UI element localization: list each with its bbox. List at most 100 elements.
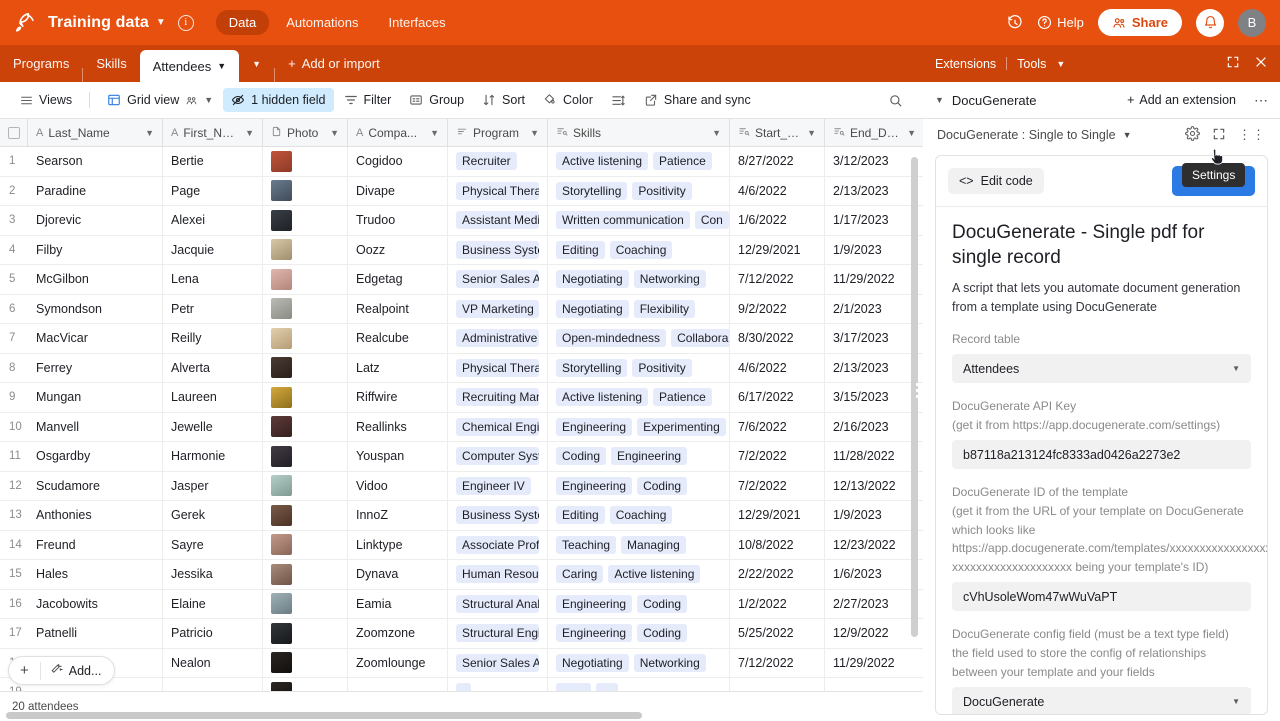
color-button[interactable]: Color: [535, 88, 601, 112]
cell-company[interactable]: Trudoo: [348, 206, 448, 235]
table-row[interactable]: 15 HalesJessika Dynava Human Resource Caring…: [0, 560, 923, 590]
cell-company[interactable]: InnoZ: [348, 501, 448, 530]
skill-tag[interactable]: Negotiating: [556, 653, 629, 672]
program-tag[interactable]: Engineer IV: [456, 476, 531, 495]
cell-first-name[interactable]: Jewelle: [163, 412, 263, 441]
skill-tag[interactable]: Coding: [637, 594, 688, 613]
skill-tag[interactable]: Engineering: [556, 476, 633, 495]
cell-first-name[interactable]: Page: [163, 176, 263, 205]
cell-company[interactable]: Realcube: [348, 324, 448, 353]
chevron-down-icon[interactable]: ▼: [1232, 697, 1240, 706]
cell-skills[interactable]: Storytelling Positivity: [548, 353, 730, 382]
cell-skills[interactable]: Editing Coaching: [548, 235, 730, 264]
cell-company[interactable]: Vidoo: [348, 471, 448, 500]
group-button[interactable]: Group: [401, 88, 472, 112]
cell-skills[interactable]: Editing Coaching: [548, 501, 730, 530]
chevron-down-icon[interactable]: ▼: [252, 59, 261, 69]
column-header-photo[interactable]: Photo ▼: [263, 119, 348, 146]
cell-skills[interactable]: Open-mindedness Collabora: [548, 324, 730, 353]
api-key-input[interactable]: b87118a213124fc8333ad0426a2273e2: [952, 440, 1251, 470]
skill-tag[interactable]: Networking: [633, 270, 706, 289]
skill-tag[interactable]: Coding: [556, 447, 607, 466]
program-tag[interactable]: Business System: [456, 240, 539, 259]
cell-last-name[interactable]: Hales: [28, 560, 163, 589]
skill-tag[interactable]: Engineering: [556, 624, 633, 643]
skill-tag[interactable]: Editing: [556, 506, 605, 525]
cell-photo[interactable]: [263, 324, 348, 353]
share-and-sync-button[interactable]: Share and sync: [636, 88, 759, 112]
cell-company[interactable]: Reallinks: [348, 412, 448, 441]
avatar[interactable]: [271, 268, 292, 290]
table-tab-skills[interactable]: Skills: [83, 45, 139, 82]
program-tag[interactable]: Recruiter: [456, 152, 517, 171]
cell-company[interactable]: Linktype: [348, 530, 448, 559]
cell-last-name[interactable]: Filby: [28, 235, 163, 264]
cell-first-name[interactable]: Jessika: [163, 560, 263, 589]
cell-first-name[interactable]: Laureen: [163, 383, 263, 412]
table-row[interactable]: 2 ParadinePage Divape Physical Therapy Story…: [0, 176, 923, 206]
gear-icon[interactable]: [1185, 126, 1200, 144]
cell-photo[interactable]: [263, 235, 348, 264]
cell-company[interactable]: Riffwire: [348, 383, 448, 412]
skill-tag[interactable]: [596, 683, 619, 691]
record-table-select[interactable]: Attendees ▼: [952, 354, 1251, 384]
extension-name[interactable]: DocuGenerate: [952, 93, 1037, 108]
skill-tag[interactable]: Coaching: [609, 506, 673, 525]
cell-last-name[interactable]: Manvell: [28, 412, 163, 441]
avatar[interactable]: [271, 445, 292, 467]
avatar[interactable]: [271, 386, 292, 408]
horizontal-scrollbar[interactable]: [6, 712, 642, 719]
skill-tag[interactable]: Patience: [653, 152, 712, 171]
cell-program[interactable]: Chemical Engine: [448, 412, 548, 441]
cell-photo[interactable]: [263, 265, 348, 294]
chevron-down-icon[interactable]: ▼: [1123, 130, 1132, 140]
info-icon[interactable]: i: [177, 14, 194, 31]
cell-last-name[interactable]: Symondson: [28, 294, 163, 323]
cell-company[interactable]: Edgetag: [348, 265, 448, 294]
cell-first-name[interactable]: Elaine: [163, 589, 263, 618]
skill-tag[interactable]: Open-mindedness: [556, 329, 667, 348]
cell-end-date[interactable]: 3/15/2023: [825, 383, 923, 412]
skill-tag[interactable]: Coding: [637, 624, 688, 643]
avatar[interactable]: [271, 298, 292, 320]
cell-company[interactable]: Divape: [348, 176, 448, 205]
avatar[interactable]: [271, 475, 292, 497]
cell-program[interactable]: Senior Sales Assc: [448, 265, 548, 294]
skill-tag[interactable]: Positivity: [632, 358, 692, 377]
cell-first-name[interactable]: Lena: [163, 265, 263, 294]
program-tag[interactable]: [456, 683, 472, 691]
cell-photo[interactable]: [263, 530, 348, 559]
skill-tag[interactable]: Storytelling: [556, 358, 628, 377]
cell-start-date[interactable]: 6/17/2022: [730, 383, 825, 412]
cell-end-date[interactable]: 2/16/2023: [825, 413, 923, 442]
cell-last-name[interactable]: Osgardby: [28, 442, 163, 471]
cell-first-name[interactable]: Sayre: [163, 530, 263, 559]
cell-last-name[interactable]: Paradine: [28, 176, 163, 205]
chevron-down-icon[interactable]: ▼: [217, 61, 226, 71]
cell-first-name[interactable]: Alexei: [163, 206, 263, 235]
avatar[interactable]: [271, 357, 292, 379]
cell-company[interactable]: Eamia: [348, 589, 448, 618]
bell-icon[interactable]: [1196, 8, 1224, 37]
skill-tag[interactable]: Positivity: [632, 181, 692, 200]
select-all-checkbox[interactable]: [0, 119, 28, 146]
program-tag[interactable]: Associate Profes: [456, 535, 539, 554]
cell-start-date[interactable]: 10/8/2022: [730, 530, 825, 559]
edit-code-button[interactable]: <> Edit code: [948, 168, 1044, 194]
drag-handle-icon[interactable]: ⋮⋮: [1238, 127, 1266, 143]
program-tag[interactable]: Human Resource: [456, 565, 539, 584]
cell-skills[interactable]: Engineering Experimenting: [548, 412, 730, 441]
row-height-button[interactable]: [603, 88, 634, 113]
skill-tag[interactable]: Caring: [556, 565, 604, 584]
filter-button[interactable]: Filter: [336, 88, 400, 112]
cell-company[interactable]: Zoomlounge: [348, 648, 448, 677]
cell-photo[interactable]: [263, 560, 348, 589]
skill-tag[interactable]: Coaching: [609, 240, 673, 259]
cell-photo[interactable]: [263, 589, 348, 618]
cell-company[interactable]: Zoomzone: [348, 619, 448, 648]
cell-company[interactable]: Youspan: [348, 442, 448, 471]
avatar[interactable]: [271, 150, 292, 172]
cell-last-name[interactable]: Freund: [28, 530, 163, 559]
table-row[interactable]: 1 Searson Bertie Cogidoo Recruiter Active lis…: [0, 147, 923, 177]
avatar[interactable]: B: [1238, 8, 1266, 37]
